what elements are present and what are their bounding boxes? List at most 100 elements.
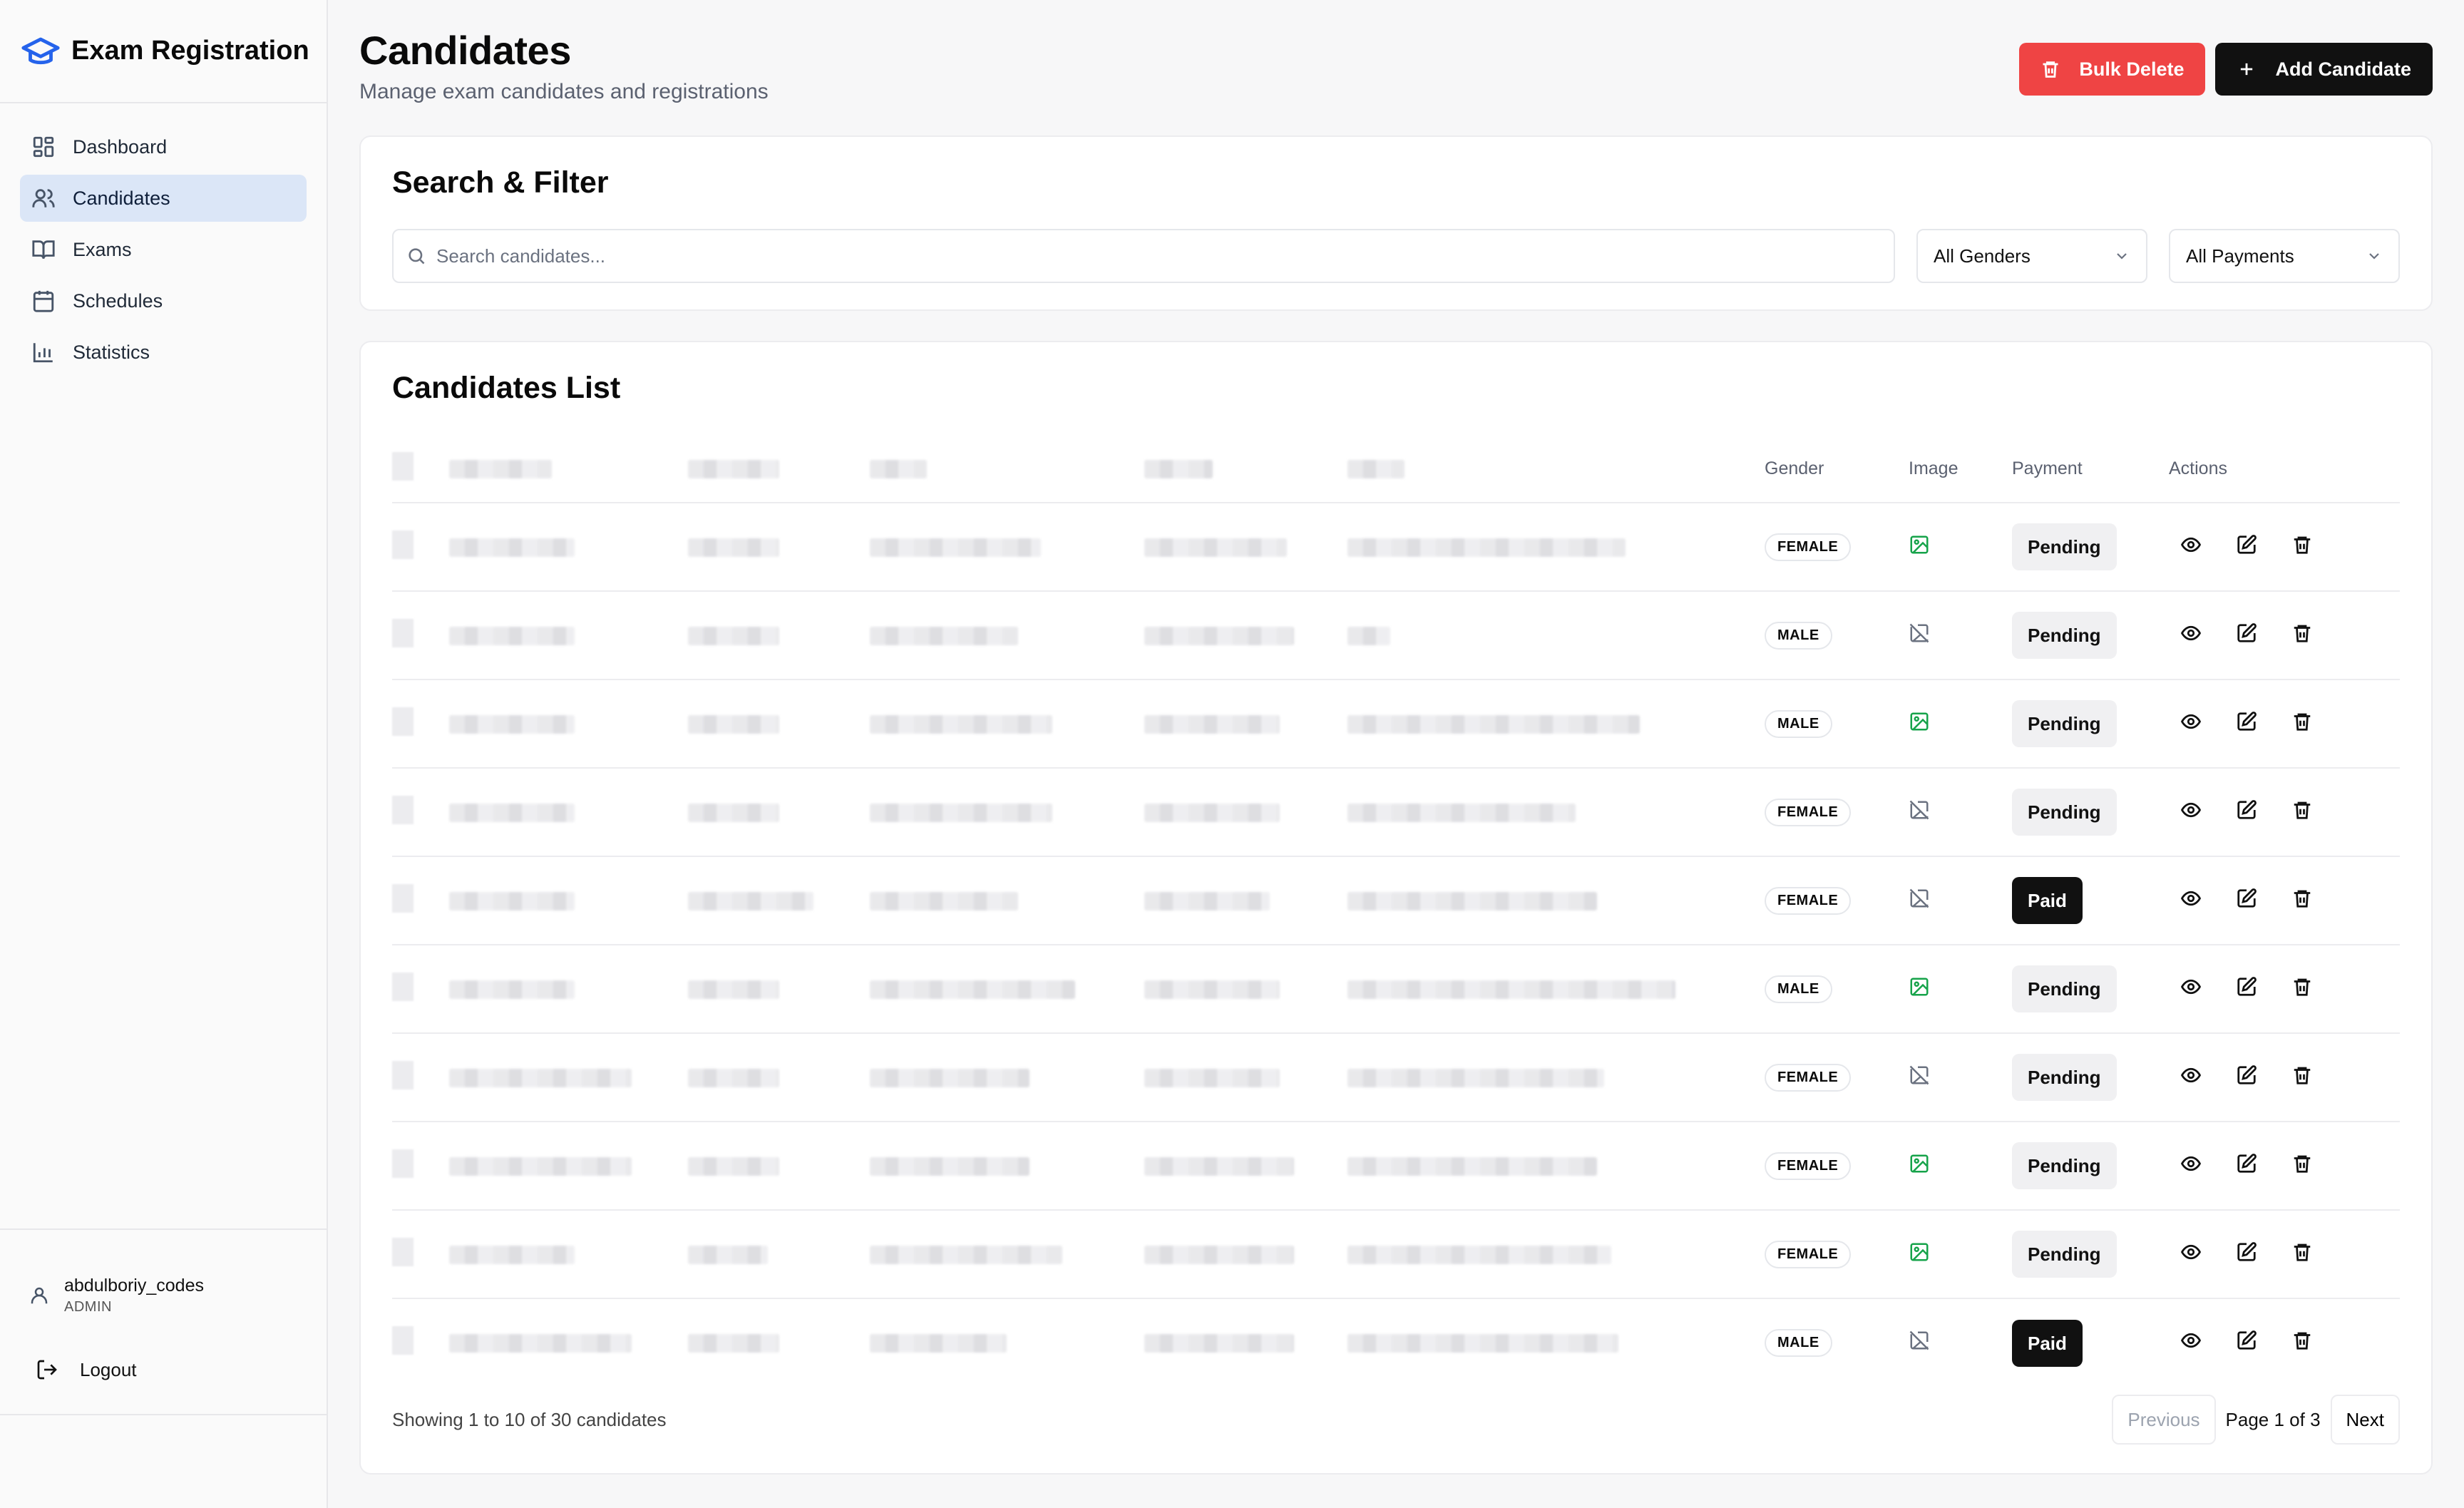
redacted-checkbox[interactable]: [392, 795, 414, 824]
table-row[interactable]: MALE Pending: [392, 945, 2400, 1034]
edit-icon[interactable]: [2236, 1330, 2257, 1351]
redacted-cell: [870, 679, 1144, 769]
eye-icon[interactable]: [2180, 1065, 2202, 1086]
table-row[interactable]: FEMALE Pending: [392, 503, 2400, 592]
add-candidate-button[interactable]: Add Candidate: [2215, 43, 2433, 96]
redacted-checkbox[interactable]: [392, 1060, 414, 1089]
trash-icon[interactable]: [2291, 799, 2313, 821]
redacted-text: [870, 714, 1052, 734]
row-select-cell[interactable]: [392, 503, 449, 592]
payment-select[interactable]: All Payments: [2169, 229, 2400, 283]
payment-status-badge: Pending: [2012, 523, 2117, 570]
redacted-text: [870, 980, 1075, 999]
redacted-text: [870, 891, 1018, 911]
eye-icon[interactable]: [2180, 888, 2202, 909]
row-select-cell[interactable]: [392, 591, 449, 680]
table-row[interactable]: MALE Pending: [392, 679, 2400, 769]
table-row[interactable]: FEMALE Pending: [392, 768, 2400, 857]
edit-icon[interactable]: [2236, 1065, 2257, 1086]
table-row[interactable]: FEMALE Pending: [392, 1033, 2400, 1122]
edit-icon[interactable]: [2236, 976, 2257, 997]
sidebar-item-exams[interactable]: Exams: [20, 226, 307, 273]
bulk-delete-button[interactable]: Bulk Delete: [2019, 43, 2206, 96]
trash-icon[interactable]: [2291, 1330, 2313, 1351]
table-row[interactable]: FEMALE Pending: [392, 1122, 2400, 1211]
eye-icon[interactable]: [2180, 976, 2202, 997]
redacted-checkbox[interactable]: [392, 1326, 414, 1355]
sidebar-item-dashboard[interactable]: Dashboard: [20, 123, 307, 170]
row-select-cell[interactable]: [392, 1298, 449, 1387]
gender-badge: MALE: [1765, 975, 1832, 1003]
search-input[interactable]: [436, 245, 1894, 267]
table-row[interactable]: FEMALE Paid: [392, 856, 2400, 945]
row-select-cell[interactable]: [392, 768, 449, 857]
row-select-cell[interactable]: [392, 856, 449, 945]
table-row[interactable]: MALE Pending: [392, 591, 2400, 680]
table-row[interactable]: MALE Paid: [392, 1298, 2400, 1387]
trash-icon[interactable]: [2291, 976, 2313, 997]
edit-icon[interactable]: [2236, 1241, 2257, 1263]
redacted-cell: [1348, 1122, 1765, 1211]
edit-icon[interactable]: [2236, 799, 2257, 821]
trash-icon[interactable]: [2291, 711, 2313, 732]
row-select-cell[interactable]: [392, 1122, 449, 1211]
image-cell: [1909, 1210, 2012, 1299]
redacted-cell: [870, 1298, 1144, 1387]
edit-icon[interactable]: [2236, 534, 2257, 555]
table-row[interactable]: FEMALE Pending: [392, 1210, 2400, 1299]
image-off-icon: [1909, 888, 1929, 908]
edit-icon[interactable]: [2236, 711, 2257, 732]
trash-icon[interactable]: [2291, 534, 2313, 555]
row-select-cell[interactable]: [392, 679, 449, 769]
edit-icon[interactable]: [2236, 888, 2257, 909]
redacted-text: [1144, 714, 1280, 734]
redacted-checkbox[interactable]: [392, 530, 414, 559]
logout-button[interactable]: Logout: [36, 1358, 137, 1381]
row-actions: [2169, 1330, 2313, 1351]
eye-icon[interactable]: [2180, 799, 2202, 821]
image-icon: [1910, 535, 1929, 553]
trash-icon[interactable]: [2291, 622, 2313, 644]
eye-icon[interactable]: [2180, 1330, 2202, 1351]
previous-button[interactable]: Previous: [2112, 1395, 2216, 1445]
redacted-checkbox[interactable]: [392, 1237, 414, 1266]
eye-icon[interactable]: [2180, 622, 2202, 644]
redacted-text: [870, 626, 1018, 645]
redacted-text: [688, 626, 779, 645]
sidebar-item-schedules[interactable]: Schedules: [20, 277, 307, 324]
image-icon: [1910, 978, 1929, 995]
edit-icon[interactable]: [2236, 1153, 2257, 1174]
edit-icon[interactable]: [2236, 622, 2257, 644]
next-button[interactable]: Next: [2330, 1395, 2400, 1445]
row-select-cell[interactable]: [392, 1033, 449, 1122]
eye-icon[interactable]: [2180, 534, 2202, 555]
chevron-down-icon: [2117, 253, 2127, 260]
redacted-text: [1144, 1068, 1280, 1087]
trash-icon[interactable]: [2291, 888, 2313, 909]
sidebar-divider: [0, 1229, 327, 1230]
image-icon: [1910, 1154, 1929, 1172]
gender-cell: FEMALE: [1765, 1210, 1909, 1299]
list-title: Candidates List: [392, 371, 621, 405]
trash-icon[interactable]: [2291, 1241, 2313, 1263]
row-select-cell[interactable]: [392, 945, 449, 1034]
row-select-cell[interactable]: [392, 1210, 449, 1299]
trash-icon[interactable]: [2291, 1153, 2313, 1174]
eye-icon[interactable]: [2180, 711, 2202, 732]
trash-icon[interactable]: [2291, 1065, 2313, 1086]
eye-icon[interactable]: [2180, 1241, 2202, 1263]
redacted-cell: [1144, 503, 1348, 592]
redacted-checkbox[interactable]: [392, 707, 414, 736]
eye-icon[interactable]: [2180, 1153, 2202, 1174]
redacted-text: [1348, 980, 1675, 999]
app-title: Exam Registration: [71, 36, 309, 66]
redacted-checkbox[interactable]: [392, 618, 414, 647]
redacted-checkbox[interactable]: [392, 1149, 414, 1178]
redacted-checkbox[interactable]: [392, 883, 414, 913]
sidebar-item-label: Candidates: [73, 187, 170, 209]
sidebar-item-statistics[interactable]: Statistics: [20, 329, 307, 376]
gender-select[interactable]: All Genders: [1916, 229, 2147, 283]
sidebar-item-candidates[interactable]: Candidates: [20, 175, 307, 222]
redacted-checkbox[interactable]: [392, 972, 414, 1001]
redacted-cell: [1348, 1298, 1765, 1387]
